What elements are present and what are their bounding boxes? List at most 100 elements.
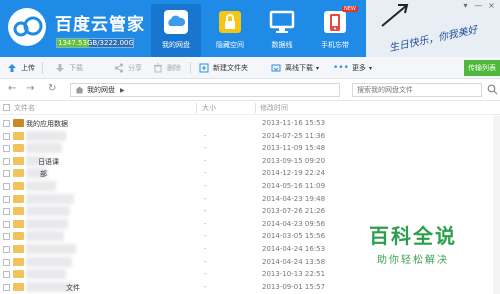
- app-title: 百度云管家: [55, 15, 145, 35]
- file-size: -: [204, 270, 207, 279]
- file-row[interactable]: - 2014-07-25 11:36: [0, 130, 500, 142]
- file-modified-time: 2013-09-15 09:20: [262, 156, 326, 165]
- file-modified-time: 2013-07-26 21:26: [262, 207, 326, 216]
- delete-button[interactable]: 删除: [153, 61, 181, 75]
- row-checkbox[interactable]: [3, 183, 10, 190]
- file-size: -: [204, 131, 207, 140]
- tab-hidden-space[interactable]: 隐藏空间: [205, 4, 255, 57]
- share-button[interactable]: 分享: [114, 61, 142, 75]
- offline-download-button[interactable]: 离线下载 ▾: [271, 61, 319, 75]
- folder-icon: [13, 207, 24, 216]
- file-name[interactable]: 我的应用数据: [26, 119, 68, 129]
- file-name[interactable]: 日语课: [38, 157, 59, 167]
- tab-my-netdisk[interactable]: 我的网盘: [151, 4, 201, 57]
- search-input[interactable]: [353, 84, 481, 96]
- row-checkbox[interactable]: [3, 220, 10, 228]
- search-box[interactable]: [352, 83, 482, 97]
- file-size: -: [204, 232, 207, 241]
- file-row[interactable]: 部 - 2014-12-19 22:24: [0, 167, 500, 179]
- file-row[interactable]: 日语课 - 2013-09-15 09:20: [0, 155, 500, 167]
- file-row[interactable]: 我的应用数据 2013-11-16 15:53: [0, 117, 500, 129]
- row-checkbox[interactable]: [3, 283, 10, 291]
- file-row[interactable]: - 2013-10-13 22:51: [0, 268, 500, 280]
- transfer-list-label: 传输列表: [468, 64, 496, 72]
- file-modified-time: 2014-04-23 09:56: [262, 219, 326, 228]
- row-checkbox[interactable]: [3, 246, 10, 253]
- download-button[interactable]: 下载: [55, 61, 83, 75]
- redacted-name-blur: [26, 193, 74, 204]
- breadcrumb[interactable]: 我的网盘 ▶: [70, 83, 340, 97]
- column-header-modified[interactable]: 修改时间: [260, 103, 288, 113]
- minimize-icon[interactable]: —: [472, 0, 485, 12]
- share-icon: [114, 63, 124, 73]
- transfer-list-button[interactable]: 传输列表: [464, 60, 500, 76]
- new-folder-label: 新建文件夹: [213, 64, 248, 72]
- row-checkbox[interactable]: [3, 170, 10, 178]
- forward-arrow-icon[interactable]: →: [26, 83, 34, 94]
- row-checkbox[interactable]: [3, 258, 10, 266]
- chevron-right-icon: ▶: [120, 86, 125, 94]
- download-icon: [56, 64, 64, 72]
- redacted-name-blur: [26, 244, 76, 254]
- offline-download-icon: [271, 64, 281, 72]
- file-size: -: [204, 245, 207, 253]
- folder-icon: [13, 156, 24, 165]
- offline-download-label: 离线下载: [285, 64, 313, 72]
- phone-icon: [324, 11, 346, 33]
- file-row[interactable]: 文件 - 2013-09-01 15:57: [0, 281, 500, 293]
- file-modified-time: 2014-12-19 22:24: [262, 169, 326, 178]
- column-divider[interactable]: [255, 103, 256, 113]
- more-button[interactable]: ••• 更多 ▾: [333, 61, 372, 75]
- tab-phone-forgot[interactable]: 手机忘带 NEW: [310, 4, 360, 57]
- tab-data-cable[interactable]: 数据线: [257, 4, 307, 57]
- row-checkbox[interactable]: [3, 132, 10, 140]
- folder-icon: [13, 232, 24, 241]
- file-name[interactable]: 部: [40, 169, 47, 179]
- redacted-name-blur: [26, 256, 72, 267]
- refresh-icon[interactable]: ↻: [48, 83, 56, 94]
- search-icon[interactable]: [487, 84, 498, 95]
- chevron-down-icon: ▾: [316, 64, 320, 72]
- row-checkbox[interactable]: [3, 157, 10, 165]
- breadcrumb-item[interactable]: 我的网盘: [87, 85, 115, 95]
- file-size: -: [204, 156, 207, 165]
- column-header-name[interactable]: 文件名: [14, 103, 35, 113]
- row-checkbox[interactable]: [3, 271, 10, 279]
- trash-icon: [154, 63, 162, 73]
- file-modified-time: 2013-11-09 15:48: [262, 144, 326, 153]
- vertical-scrollbar[interactable]: [493, 116, 500, 294]
- annotation-arrow-icon: [381, 4, 409, 27]
- row-checkbox[interactable]: [3, 208, 10, 216]
- cloud-icon: [164, 10, 188, 34]
- toolbar-divider: [42, 62, 43, 74]
- column-divider[interactable]: [196, 103, 197, 113]
- redacted-name-blur: [26, 130, 66, 141]
- baidu-cloud-logo-icon: [8, 8, 46, 46]
- folder-icon: [13, 282, 24, 291]
- select-all-checkbox[interactable]: [3, 104, 10, 111]
- tab-label: 手机忘带: [321, 41, 349, 49]
- column-header-size[interactable]: 大小: [202, 103, 216, 113]
- file-name[interactable]: 文件: [66, 283, 80, 293]
- new-folder-button[interactable]: 新建文件夹: [199, 61, 248, 75]
- row-checkbox[interactable]: [3, 145, 10, 153]
- title-bar: 百度云管家 1347.53GB/3222.00GB 我的网盘 隐藏空间 数据线: [0, 0, 500, 57]
- file-row[interactable]: - 2014-05-16 11:09: [0, 180, 500, 192]
- close-icon[interactable]: ×: [485, 0, 498, 12]
- file-row[interactable]: - 2013-11-09 15:48: [0, 142, 500, 154]
- file-row[interactable]: - 2014-04-23 19:48: [0, 193, 500, 205]
- toolbar: 上传 下载 分享 删除 新建文件夹 离线下载 ▾ ••• 更多 ▾ 传输列表: [0, 57, 500, 79]
- back-arrow-icon[interactable]: ←: [8, 83, 16, 94]
- menu-dropdown-icon[interactable]: ▾: [459, 0, 472, 12]
- row-checkbox[interactable]: [3, 233, 10, 241]
- redacted-name-blur: [26, 269, 66, 280]
- folder-icon: [13, 219, 24, 228]
- file-row[interactable]: - 2013-07-26 21:26: [0, 205, 500, 217]
- new-folder-icon: [199, 63, 209, 73]
- row-checkbox[interactable]: [3, 120, 10, 127]
- upload-button[interactable]: 上传: [7, 61, 35, 75]
- file-size: -: [204, 282, 207, 291]
- row-checkbox[interactable]: [3, 195, 10, 203]
- file-size: -: [204, 207, 207, 216]
- folder-icon: [13, 257, 24, 266]
